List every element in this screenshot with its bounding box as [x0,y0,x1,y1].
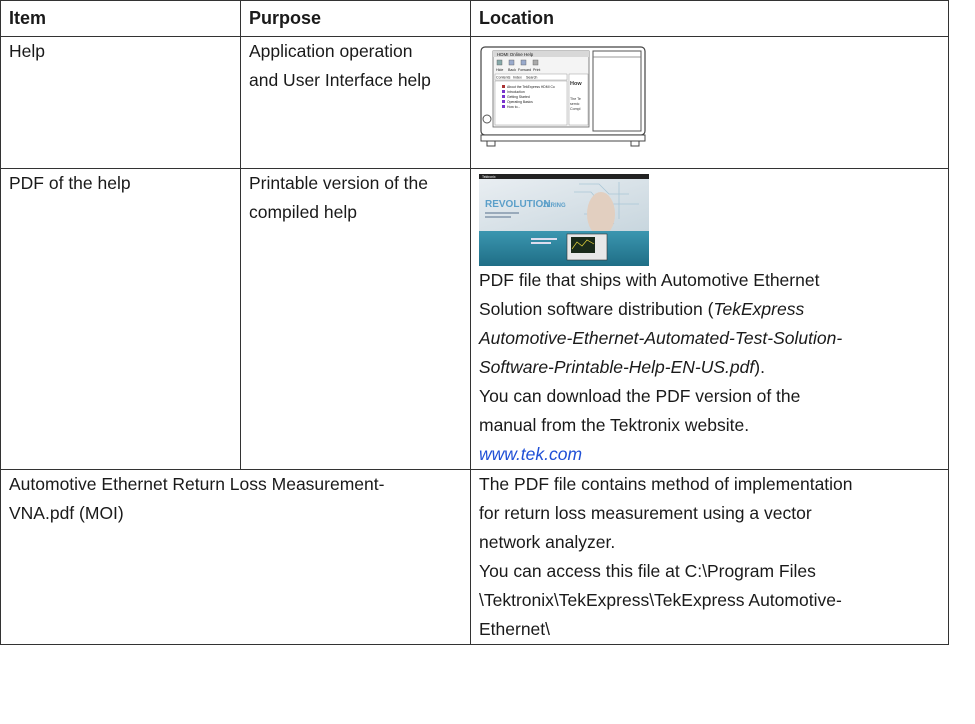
header-row: Item Purpose Location [0,0,949,37]
moi-location-line2: for return loss measurement using a vect… [479,503,812,523]
moi-location-line1: The PDF file contains method of implemen… [479,474,853,494]
header-item: Item [0,0,241,37]
cell-location-help: HDMI Online Help Hide Back Forward Print… [470,36,949,169]
purpose-pdf-line2: compiled help [249,202,357,222]
tek-website-link[interactable]: www.tek.com [479,440,940,469]
svg-text:Forward: Forward [518,68,531,72]
svg-text:Search: Search [526,76,537,80]
svg-text:Getting Started: Getting Started [507,95,530,99]
help-window-title: HDMI Online Help [497,52,534,57]
table-row-help: Help Application operation and User Inte… [0,36,949,169]
cell-item-pdf: PDF of the help [0,168,241,470]
cell-purpose-pdf: Printable version of the compiled help [240,168,471,470]
svg-text:Back: Back [508,68,516,72]
svg-text:How: How [570,81,582,87]
moi-location-line6: Ethernet\ [479,619,551,639]
pdf-location-line4: Software-Printable-Help-EN-US.pdf). [479,357,765,377]
svg-text:The Te: The Te [570,97,581,101]
item-help: Help [9,41,45,61]
svg-text:Index: Index [513,76,522,80]
item-moi-line2: VNA.pdf (MOI) [9,503,124,523]
pdf-location-line3: Automotive-Ethernet-Automated-Test-Solut… [479,328,843,348]
svg-text:Compl: Compl [570,107,581,111]
cell-location-pdf: Tektronix REVOLUTION ZERING PDF file tha… [470,168,949,470]
svg-text:How to...: How to... [507,105,520,109]
pdf-location-line2: Solution software distribution (TekExpre… [479,299,805,319]
pdf-location-line6: manual from the Tektronix website. [479,415,750,435]
svg-text:Tektronix: Tektronix [482,175,496,179]
tek-website-screenshot: Tektronix REVOLUTION ZERING [479,174,649,266]
knob-icon [482,114,492,124]
svg-text:REVOLUTION: REVOLUTION [485,199,551,210]
table-row-pdf: PDF of the help Printable version of the… [0,168,949,470]
svg-text:semic: semic [570,102,580,106]
item-pdf: PDF of the help [9,173,131,193]
svg-text:Operating Basics: Operating Basics [507,100,533,104]
cell-item-moi: Automotive Ethernet Return Loss Measurem… [0,469,471,645]
svg-text:Introduction: Introduction [507,90,525,94]
moi-location-line4: You can access this file at C:\Program F… [479,561,816,581]
pdf-location-line1: PDF file that ships with Automotive Ethe… [479,270,820,290]
moi-location-line3: network analyzer. [479,532,616,552]
svg-text:Hide: Hide [496,68,503,72]
svg-text:ZERING: ZERING [543,203,566,209]
resources-table: Item Purpose Location Help Application o… [0,0,949,645]
svg-text:Contents: Contents [496,76,511,80]
table-row-moi: Automotive Ethernet Return Loss Measurem… [0,469,949,645]
svg-text:Print: Print [533,68,540,72]
purpose-help-line1: Application operation [249,41,413,61]
item-moi-line1: Automotive Ethernet Return Loss Measurem… [9,474,385,494]
cell-item-help: Help [0,36,241,169]
purpose-help-line2: and User Interface help [249,70,431,90]
cell-purpose-help: Application operation and User Interface… [240,36,471,169]
header-location: Location [470,0,949,37]
svg-text:About the TekExpress HDMI Co: About the TekExpress HDMI Co [507,85,555,89]
purpose-pdf-line1: Printable version of the [249,173,428,193]
moi-location-line5: \Tektronix\TekExpress\TekExpress Automot… [479,590,842,610]
header-purpose: Purpose [240,0,471,37]
instrument-help-illustration: HDMI Online Help Hide Back Forward Print… [479,45,651,147]
pdf-location-line5: You can download the PDF version of the [479,386,801,406]
cell-location-moi: The PDF file contains method of implemen… [470,469,949,645]
